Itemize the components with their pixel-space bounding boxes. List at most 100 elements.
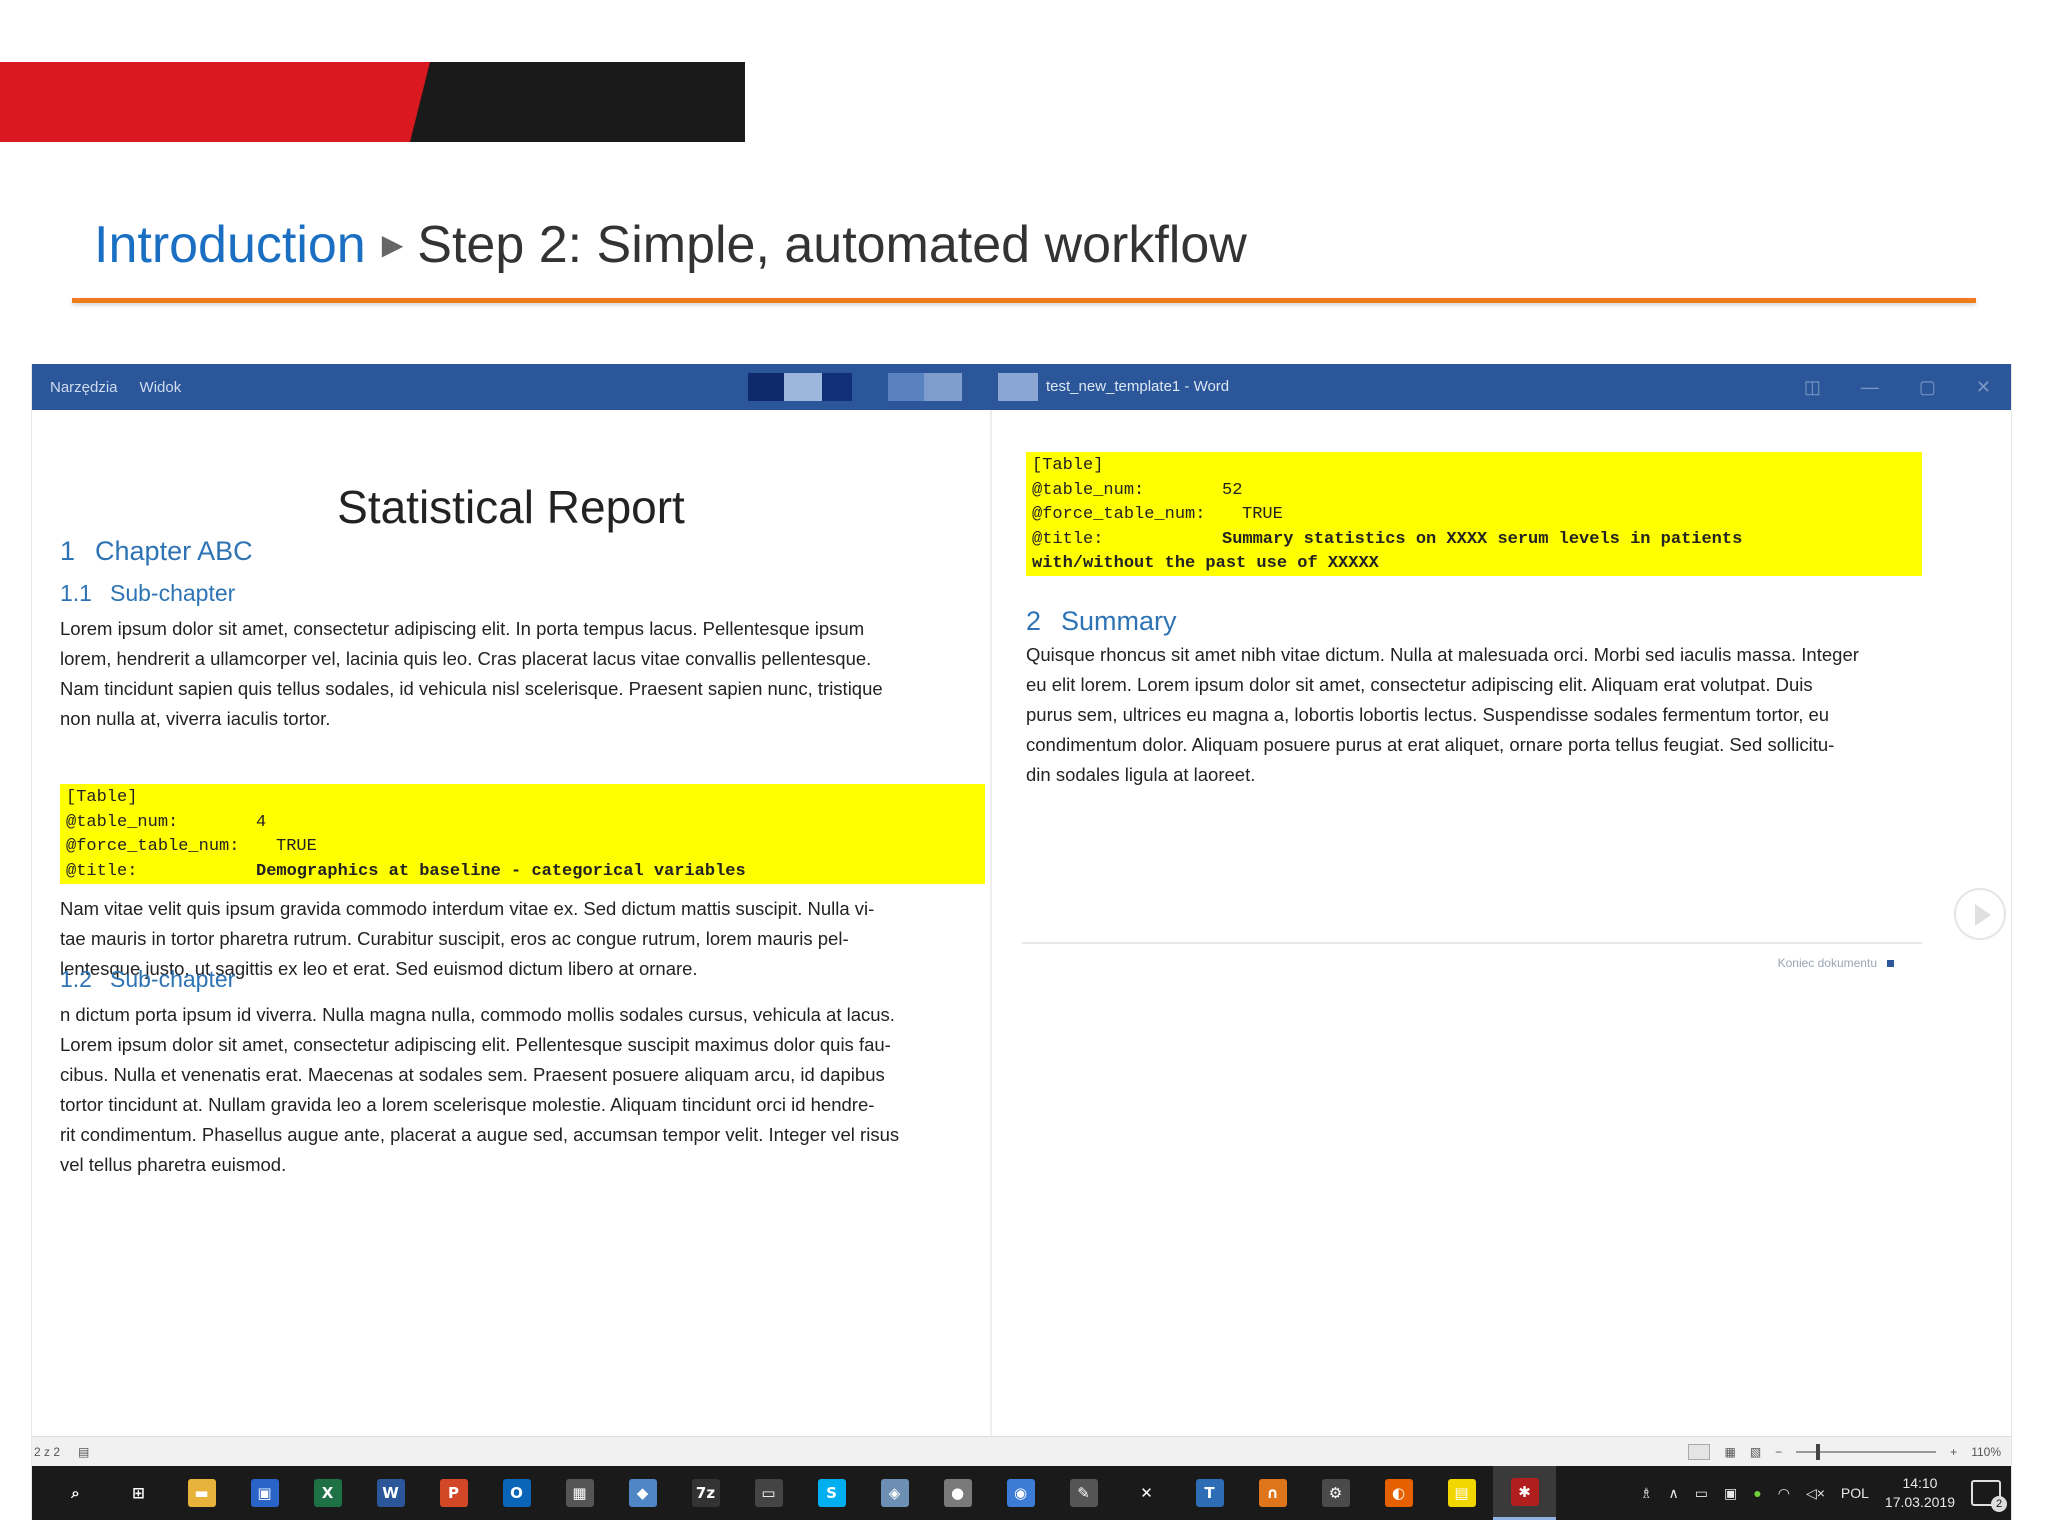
system-tray: ♗ ∧ ▭ ▣ ● ◠ ◁× POL 14:10 17.03.2019 2 xyxy=(1640,1466,2007,1520)
zoom-slider-thumb[interactable] xyxy=(1816,1444,1821,1460)
sticky-notes-icon-glyph: ▤ xyxy=(1447,1479,1476,1507)
logo-shape xyxy=(0,62,745,142)
restore-icon[interactable]: ◫ xyxy=(1804,377,1821,398)
heading-sub-chapter-1-2: 1.2 Sub-chapter xyxy=(60,966,236,992)
taskbar-apps: ⌕ ⊞ ▬ ▣ X W P O ▦ ◆ 7z ▭ S ◈ ● ◉ ✎ ✕ T ∩ ⚙ ◐ ▤ ✱ xyxy=(44,1466,1556,1520)
save-icon[interactable]: ▣ xyxy=(233,1466,296,1520)
redacted-area xyxy=(748,364,1038,410)
zoom-level[interactable]: 110% xyxy=(1971,1445,2001,1459)
slide-title: Introduction ▶ Step 2: Simple, automated w… xyxy=(94,215,1247,275)
zoom-out-button[interactable]: − xyxy=(1775,1445,1782,1459)
menu-widok[interactable]: Widok xyxy=(140,379,182,396)
tools-icon[interactable]: ✎ xyxy=(1052,1466,1115,1520)
app-icon[interactable]: T xyxy=(1178,1466,1241,1520)
paragraph-summary: Quisque rhoncus sit amet nibh vitae dict… xyxy=(1026,644,1859,785)
skype-icon[interactable]: S xyxy=(800,1466,863,1520)
macro-record-icon[interactable]: ▤ xyxy=(78,1445,89,1459)
slide-heading: Step 2: Simple, automated workflow xyxy=(417,216,1247,274)
tray-chevron-up-icon[interactable]: ∧ xyxy=(1669,1485,1679,1502)
table-tag-block-52: [Table] @table_num: 52 @force_table_num: T… xyxy=(1026,452,1922,576)
search-icon-glyph: ⌕ xyxy=(61,1479,90,1507)
end-of-document-marker: Koniec dokumentu xyxy=(1778,956,1894,970)
print-layout-view-icon[interactable]: ▦ xyxy=(1724,1445,1735,1459)
app-icon[interactable]: ∩ xyxy=(1241,1466,1304,1520)
firefox-icon-glyph: ◐ xyxy=(1384,1479,1413,1507)
tray-app-icon[interactable]: ▣ xyxy=(1724,1485,1737,1502)
powerpoint-icon-glyph: P xyxy=(439,1479,468,1507)
clock-time: 14:10 xyxy=(1902,1475,1938,1491)
page-divider xyxy=(990,410,992,1436)
breadcrumb-introduction[interactable]: Introduction xyxy=(94,216,366,274)
breadcrumb-arrow-icon: ▶ xyxy=(381,229,404,260)
app-icon[interactable]: ◉ xyxy=(989,1466,1052,1520)
settings-icon-glyph: ⚙ xyxy=(1321,1479,1350,1507)
document-page-left: Statistical Report 1 Chapter ABC 1.1 Sub-c… xyxy=(32,410,990,1436)
status-bar: 2 z 2 ▤ ▦ ▧ − + 110% xyxy=(32,1436,2011,1466)
terminal-icon[interactable]: ▭ xyxy=(737,1466,800,1520)
minimize-icon[interactable]: — xyxy=(1861,377,1879,398)
heading-sub-chapter-1-1: 1.1 Sub-chapter xyxy=(60,580,236,606)
read-mode-next-icon[interactable] xyxy=(1954,888,2006,940)
page-indicator[interactable]: 2 z 2 xyxy=(34,1445,60,1459)
powerpoint-icon[interactable]: P xyxy=(422,1466,485,1520)
excel-icon[interactable]: X xyxy=(296,1466,359,1520)
task-view-icon[interactable]: ⊞ xyxy=(107,1466,170,1520)
end-of-document-rule xyxy=(1022,942,1922,944)
web-layout-view-icon[interactable]: ▧ xyxy=(1750,1445,1761,1459)
word-titlebar: Narzędzia Widok test_new_template1 - Wor… xyxy=(32,364,2011,410)
heading-summary: 2 Summary xyxy=(1026,606,1177,636)
clock[interactable]: 14:10 17.03.2019 xyxy=(1885,1474,1955,1512)
outlook-icon-glyph: O xyxy=(502,1479,531,1507)
app-icon-glyph: ✱ xyxy=(1510,1477,1539,1506)
windows-taskbar: ⌕ ⊞ ▬ ▣ X W P O ▦ ◆ 7z ▭ S ◈ ● ◉ ✎ ✕ T ∩ ⚙ ◐ ▤ ✱ ♗ ∧ ▭ ▣ ● ◠ ◁×… xyxy=(32,1466,2011,1520)
terminal-icon-glyph: ▭ xyxy=(754,1479,783,1507)
tray-status-icon[interactable]: ● xyxy=(1753,1485,1761,1501)
company-logo xyxy=(0,62,760,142)
calculator-icon[interactable]: ▦ xyxy=(548,1466,611,1520)
people-icon[interactable]: ♗ xyxy=(1640,1485,1653,1502)
word-icon[interactable]: W xyxy=(359,1466,422,1520)
firefox-icon[interactable]: ◐ xyxy=(1367,1466,1430,1520)
app-icon[interactable]: ◈ xyxy=(863,1466,926,1520)
app-icon-glyph: T xyxy=(1195,1479,1224,1507)
document-title-heading: Statistical Report xyxy=(337,481,685,533)
word-icon-glyph: W xyxy=(376,1479,405,1507)
tray-monitor-icon[interactable]: ▭ xyxy=(1695,1485,1708,1502)
7zip-icon[interactable]: 7z xyxy=(674,1466,737,1520)
task-view-icon-glyph: ⊞ xyxy=(124,1479,153,1507)
close-icon[interactable]: ✕ xyxy=(1976,377,1991,398)
settings-icon[interactable]: ⚙ xyxy=(1304,1466,1367,1520)
zoom-in-button[interactable]: + xyxy=(1950,1445,1957,1459)
snip-icon-glyph: ✕ xyxy=(1132,1479,1161,1507)
end-marker-icon xyxy=(1887,960,1894,968)
notification-count: 2 xyxy=(1991,1496,2007,1512)
app-icon[interactable]: ● xyxy=(926,1466,989,1520)
title-underline xyxy=(72,298,1976,303)
paragraph-1: Lorem ipsum dolor sit amet, consectetur … xyxy=(60,618,883,729)
heading-chapter-abc: 1 Chapter ABC xyxy=(60,536,253,566)
notes-icon-glyph: ◆ xyxy=(628,1479,657,1507)
language-indicator[interactable]: POL xyxy=(1841,1485,1869,1501)
notes-icon[interactable]: ◆ xyxy=(611,1466,674,1520)
menu-narzedzia[interactable]: Narzędzia xyxy=(50,379,118,396)
notifications-icon[interactable]: 2 xyxy=(1971,1480,2007,1512)
document-title: test_new_template1 - Word xyxy=(1046,378,1230,395)
maximize-icon[interactable]: ▢ xyxy=(1919,377,1936,398)
excel-icon-glyph: X xyxy=(313,1479,342,1507)
table-tag-block-4: [Table] @table_num: 4 @force_table_num: TR… xyxy=(60,784,985,884)
app-icon-glyph: ◉ xyxy=(1006,1479,1035,1507)
calculator-icon-glyph: ▦ xyxy=(565,1479,594,1507)
file-explorer-icon[interactable]: ▬ xyxy=(170,1466,233,1520)
app-icon-glyph: ◈ xyxy=(880,1479,909,1507)
search-icon[interactable]: ⌕ xyxy=(44,1466,107,1520)
zoom-slider[interactable] xyxy=(1796,1444,1937,1460)
volume-muted-icon[interactable]: ◁× xyxy=(1806,1485,1825,1502)
snip-icon[interactable]: ✕ xyxy=(1115,1466,1178,1520)
outlook-icon[interactable]: O xyxy=(485,1466,548,1520)
file-explorer-icon-glyph: ▬ xyxy=(187,1479,216,1507)
read-mode-view-button[interactable] xyxy=(1688,1444,1711,1460)
wifi-icon[interactable]: ◠ xyxy=(1778,1485,1790,1502)
app-icon-glyph: ● xyxy=(943,1479,972,1507)
app-icon[interactable]: ✱ xyxy=(1493,1466,1556,1520)
sticky-notes-icon[interactable]: ▤ xyxy=(1430,1466,1493,1520)
